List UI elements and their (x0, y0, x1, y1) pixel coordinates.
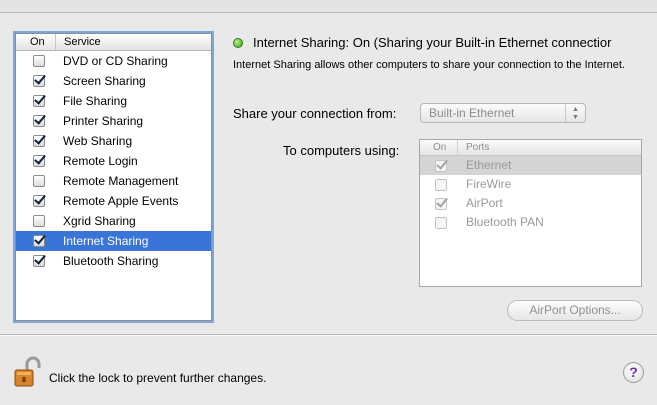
service-row[interactable]: Remote Management (16, 171, 211, 191)
service-checkbox[interactable] (33, 75, 45, 87)
service-row[interactable]: Bluetooth Sharing (16, 251, 211, 271)
service-checkbox[interactable] (33, 55, 45, 67)
sharing-preferences-pane: On Service DVD or CD Sharing Screen Shari… (0, 0, 657, 405)
service-checkbox[interactable] (33, 115, 45, 127)
to-computers-label: To computers using: (283, 143, 400, 158)
ports-list: Ethernet FireWire AirPort Bluetooth PAN (420, 156, 641, 232)
bottom-divider-highlight (0, 335, 657, 336)
service-label: Web Sharing (63, 134, 133, 148)
service-label: Screen Sharing (63, 74, 146, 88)
service-row[interactable]: Printer Sharing (16, 111, 211, 131)
port-label: Ethernet (466, 158, 512, 172)
service-checkbox[interactable] (33, 175, 45, 187)
share-from-label: Share your connection from: (233, 106, 397, 121)
service-row[interactable]: Remote Login (16, 151, 211, 171)
service-row[interactable]: Xgrid Sharing (16, 211, 211, 231)
service-checkbox[interactable] (33, 215, 45, 227)
port-row[interactable]: AirPort (420, 194, 641, 213)
service-label: Xgrid Sharing (63, 214, 136, 228)
status-description: Internet Sharing allows other computers … (233, 59, 625, 71)
share-from-value: Built-in Ethernet (429, 106, 515, 120)
port-checkbox[interactable] (435, 160, 447, 172)
status-title: Internet Sharing: On (Sharing your Built… (253, 35, 612, 50)
airport-options-button[interactable]: AirPort Options... (507, 300, 643, 321)
help-button[interactable]: ? (623, 362, 644, 383)
port-label: AirPort (466, 196, 503, 210)
service-checkbox[interactable] (33, 255, 45, 267)
ports-column-on[interactable]: On (420, 140, 458, 155)
service-label: Remote Login (63, 154, 138, 168)
service-row[interactable]: Remote Apple Events (16, 191, 211, 211)
service-checkbox[interactable] (33, 95, 45, 107)
services-table[interactable]: On Service DVD or CD Sharing Screen Shari… (15, 33, 212, 321)
lock-message: Click the lock to prevent further change… (49, 371, 267, 385)
service-row[interactable]: Web Sharing (16, 131, 211, 151)
ports-table-header: On Ports (420, 140, 641, 156)
port-checkbox[interactable] (435, 217, 447, 229)
service-label: Remote Apple Events (63, 194, 179, 208)
service-checkbox[interactable] (33, 155, 45, 167)
service-checkbox[interactable] (33, 195, 45, 207)
service-checkbox[interactable] (33, 135, 45, 147)
service-label: Internet Sharing (63, 234, 149, 248)
column-header-on[interactable]: On (16, 34, 56, 50)
port-checkbox[interactable] (435, 198, 447, 210)
lock-open-icon[interactable] (13, 356, 41, 388)
service-row[interactable]: Internet Sharing (16, 231, 211, 251)
service-label: File Sharing (63, 94, 128, 108)
column-header-service[interactable]: Service (64, 34, 101, 50)
port-label: FireWire (466, 177, 512, 191)
service-label: DVD or CD Sharing (63, 54, 168, 68)
ports-table[interactable]: On Ports Ethernet FireWire AirPort Bluetoot… (419, 139, 642, 287)
status-on-icon (233, 38, 243, 48)
service-row[interactable]: Screen Sharing (16, 71, 211, 91)
services-list: DVD or CD Sharing Screen Sharing File Shar… (16, 51, 211, 271)
port-label: Bluetooth PAN (466, 215, 544, 229)
share-from-popup[interactable]: Built-in Ethernet ▲ ▼ (420, 103, 586, 123)
service-checkbox[interactable] (33, 235, 45, 247)
port-checkbox[interactable] (435, 179, 447, 191)
port-row[interactable]: Bluetooth PAN (420, 213, 641, 232)
service-label: Remote Management (63, 174, 179, 188)
service-label: Printer Sharing (63, 114, 144, 128)
service-label: Bluetooth Sharing (63, 254, 159, 268)
popup-arrows-icon: ▲ ▼ (565, 104, 585, 122)
service-row[interactable]: DVD or CD Sharing (16, 51, 211, 71)
toolbar-edge (0, 0, 657, 13)
ports-column-ports[interactable]: Ports (466, 140, 489, 155)
port-row[interactable]: Ethernet (420, 156, 641, 175)
service-row[interactable]: File Sharing (16, 91, 211, 111)
services-table-header: On Service (16, 34, 211, 51)
port-row[interactable]: FireWire (420, 175, 641, 194)
